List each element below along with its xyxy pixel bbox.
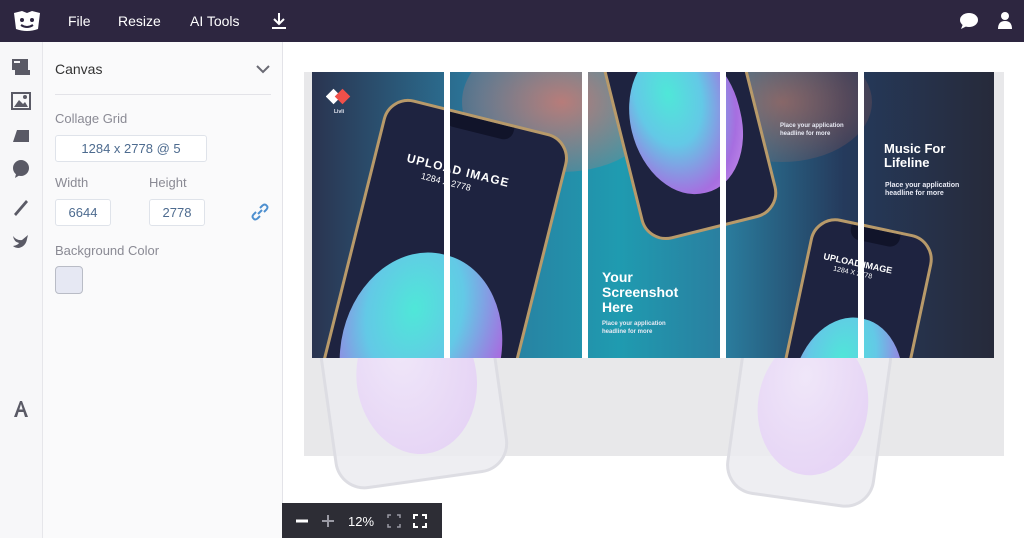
user-icon[interactable]	[997, 11, 1013, 29]
sticker-icon[interactable]	[11, 159, 31, 179]
fullscreen-icon[interactable]	[412, 513, 428, 529]
fit-screen-icon[interactable]	[386, 513, 402, 529]
screenshot-headline: Your Screenshot Here	[602, 269, 679, 315]
width-label: Width	[55, 175, 89, 190]
collage-strip[interactable]: Livli UPLOAD IMAGE 1284 X 2778 UPLOAD IM…	[312, 72, 994, 358]
grid-divider	[858, 72, 864, 358]
top-headline-text: Place your application headline for more	[780, 123, 844, 137]
music-title: Music For Lifeline	[884, 141, 946, 170]
download-icon[interactable]	[268, 10, 290, 32]
brand-label: Livli	[334, 109, 345, 115]
tool-sidebar	[0, 42, 43, 538]
screen-art	[318, 235, 523, 358]
collage-grid-label: Collage Grid	[55, 111, 128, 126]
link-dimensions-icon[interactable]	[250, 202, 270, 222]
panel-title: Canvas	[55, 61, 103, 77]
templates-icon[interactable]	[11, 57, 31, 77]
text-icon[interactable]	[11, 399, 31, 419]
music-subtext: Place your application headline for more	[885, 182, 960, 197]
shapes-icon[interactable]	[11, 125, 31, 145]
zoom-toolbar: 12%	[282, 503, 442, 538]
chevron-down-icon[interactable]	[255, 61, 271, 77]
canvas-properties-panel: Canvas Collage Grid 1284 x 2778 @ 5 Widt…	[43, 42, 283, 538]
image-icon[interactable]	[11, 91, 31, 111]
menu-file[interactable]: File	[68, 13, 91, 29]
menu-resize[interactable]: Resize	[118, 13, 161, 29]
screenshot-subtext: Place your application headline for more	[602, 321, 666, 335]
grid-divider	[582, 72, 588, 358]
panel-header[interactable]: Canvas	[55, 54, 271, 95]
background-color-swatch[interactable]	[55, 266, 83, 294]
zoom-out-icon[interactable]	[294, 513, 310, 529]
menu-ai-tools[interactable]: AI Tools	[190, 13, 240, 29]
chat-icon[interactable]	[959, 12, 979, 30]
draw-icon[interactable]	[11, 197, 31, 217]
bird-icon[interactable]	[11, 231, 31, 251]
grid-divider	[444, 72, 450, 358]
app-logo-icon[interactable]	[12, 9, 42, 33]
canvas-workspace: Livli UPLOAD IMAGE 1284 X 2778 UPLOAD IM…	[284, 42, 1024, 538]
background-color-label: Background Color	[55, 243, 160, 258]
brand-logo-icon	[326, 88, 351, 105]
top-bar: File Resize AI Tools	[0, 0, 1024, 42]
zoom-in-icon[interactable]	[320, 513, 336, 529]
height-input[interactable]: 2778	[149, 199, 205, 226]
zoom-level: 12%	[348, 514, 375, 529]
width-input[interactable]: 6644	[55, 199, 111, 226]
screen-art-3	[777, 307, 917, 358]
collage-grid-select[interactable]: 1284 x 2778 @ 5	[55, 135, 207, 162]
grid-divider	[720, 72, 726, 358]
height-label: Height	[149, 175, 187, 190]
screen-art-2	[614, 72, 758, 207]
